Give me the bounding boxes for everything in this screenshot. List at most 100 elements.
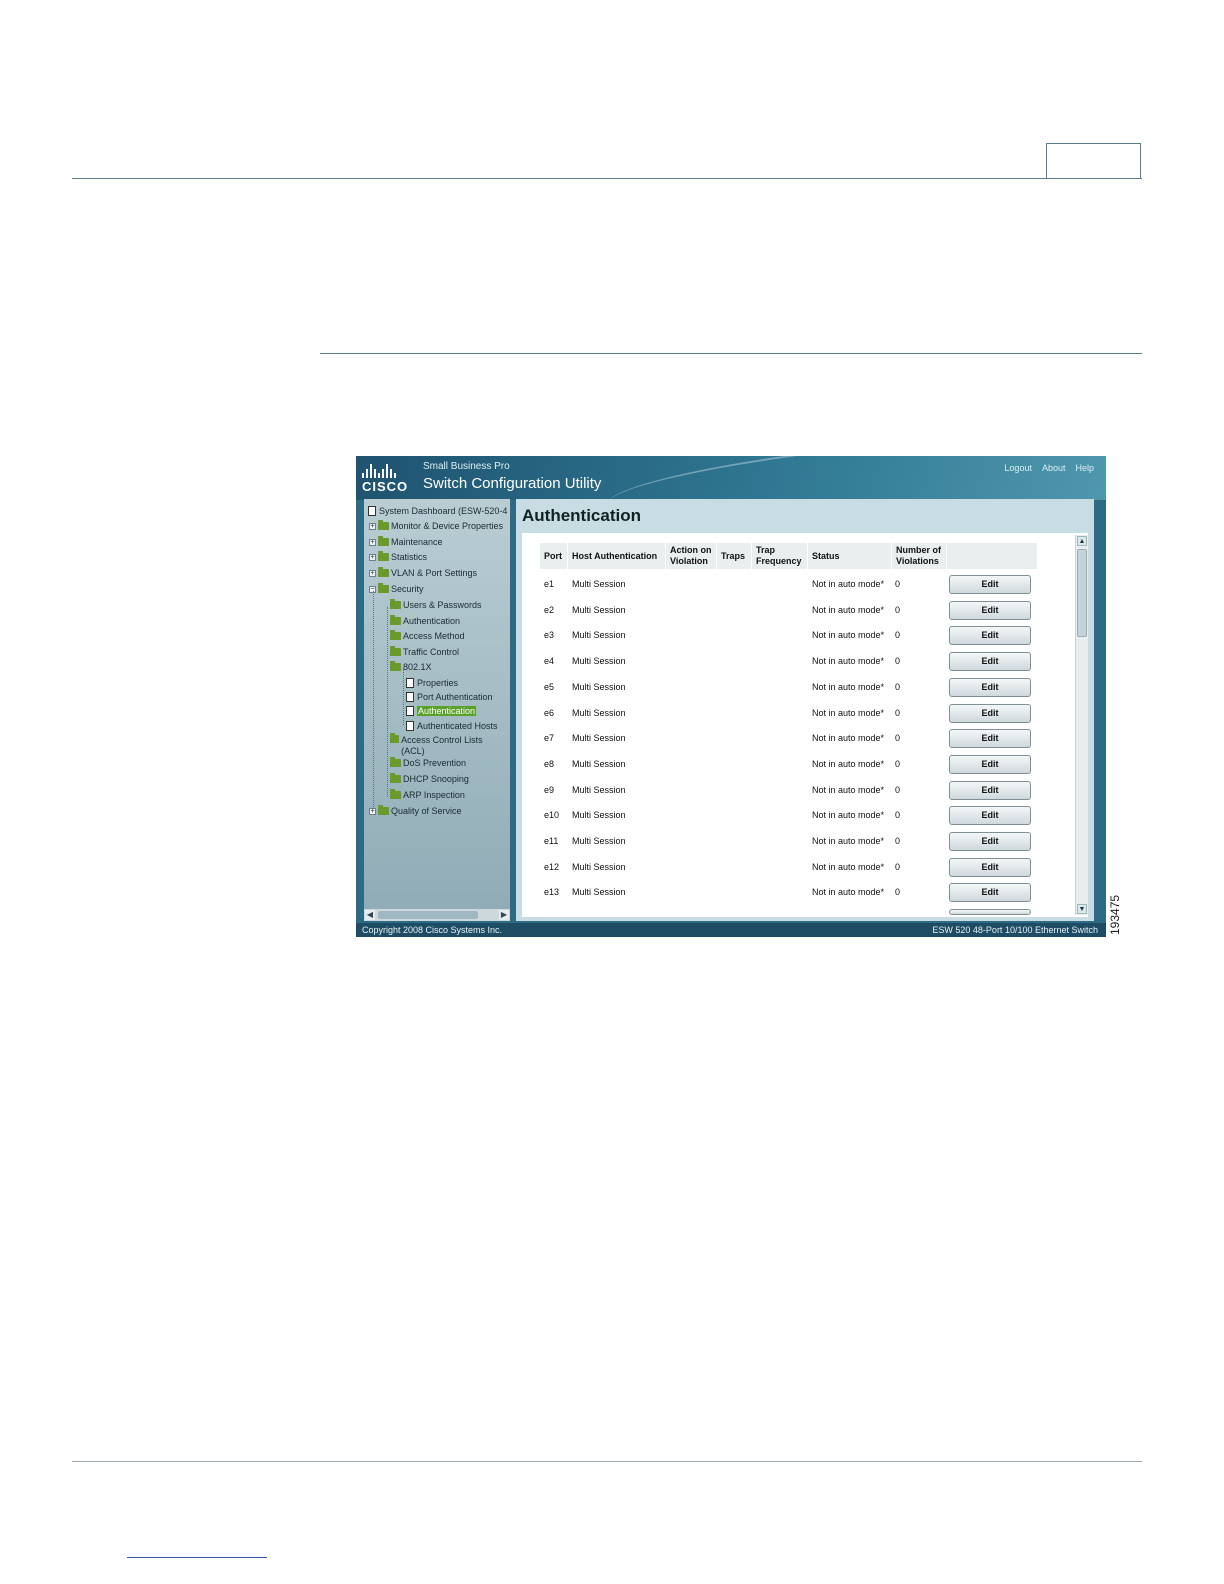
status-cell: Not in auto mode* (812, 758, 885, 769)
sidebar-item-label: Quality of Service (391, 806, 462, 816)
port-cell: e6 (544, 707, 555, 718)
host-authentication-cell: Multi Session (572, 604, 626, 615)
edit-button[interactable]: Edit (949, 703, 1031, 723)
sidebar-item-label: Security (391, 584, 424, 594)
violations-cell: 0 (895, 681, 901, 692)
edit-button[interactable]: Edit (949, 575, 1031, 594)
folder-icon (390, 773, 401, 783)
edit-button[interactable]: Edit (949, 600, 1031, 620)
sidebar-item[interactable]: DoS Prevention (390, 756, 466, 770)
host-authentication-cell: Multi Session (572, 656, 626, 667)
sidebar-item[interactable]: 802.1X (390, 660, 432, 674)
column-header-action-on-violation: Action on Violation (666, 543, 716, 569)
content-area: Authentication Port Host Authentication … (516, 499, 1094, 921)
status-cell: Not in auto mode* (812, 861, 885, 872)
sidebar-item-label: Users & Passwords (403, 600, 482, 610)
sidebar-item[interactable]: DHCP Snooping (390, 772, 469, 786)
expand-icon[interactable]: + (369, 522, 376, 530)
port-cell: e10 (544, 810, 560, 821)
tree-guide-line (373, 591, 374, 809)
app-header: CISCO Small Business Pro Switch Configur… (356, 456, 1106, 536)
sidebar-item[interactable]: System Dashboard (ESW-520-4 (368, 504, 507, 518)
port-cell: e5 (544, 681, 555, 692)
sidebar-item[interactable]: + Quality of Service (369, 804, 462, 818)
edit-button-partial[interactable] (949, 909, 1031, 916)
table-row: e2 Multi Session Not in auto mode* 0 Edit (522, 599, 1062, 623)
sidebar-item[interactable]: + Statistics (369, 550, 427, 564)
sidebar-item[interactable]: Authentication (390, 614, 460, 628)
edit-button[interactable]: Edit (949, 754, 1031, 774)
violations-cell: 0 (895, 733, 901, 744)
about-link[interactable]: About (1042, 463, 1066, 473)
cisco-logo-bars-icon (362, 464, 410, 478)
sidebar-item[interactable]: + VLAN & Port Settings (369, 566, 477, 580)
folder-icon (378, 536, 389, 546)
sidebar-item-label: ARP Inspection (403, 790, 465, 800)
sidebar-horizontal-scrollbar[interactable]: ◀ ▶ (364, 909, 510, 921)
sidebar-item[interactable]: Authenticated Hosts (406, 719, 498, 733)
edit-button[interactable]: Edit (949, 780, 1031, 800)
scroll-right-arrow-icon[interactable]: ▶ (499, 910, 509, 920)
sidebar-item-label: Traffic Control (403, 647, 460, 657)
edit-button[interactable]: Edit (949, 883, 1031, 903)
sidebar-item[interactable]: Port Authentication (406, 690, 493, 704)
sidebar-item[interactable]: Access Method (390, 629, 465, 643)
edit-button[interactable]: Edit (949, 626, 1031, 646)
status-cell: Not in auto mode* (812, 604, 885, 615)
sidebar-item-label: Authenticated Hosts (417, 721, 498, 731)
sidebar-item[interactable]: Traffic Control (390, 645, 459, 659)
host-authentication-cell: Multi Session (572, 630, 626, 641)
tree-guide-line (403, 669, 404, 725)
logout-link[interactable]: Logout (1004, 463, 1032, 473)
page-icon (406, 706, 414, 716)
sidebar-scroll-thumb[interactable] (378, 911, 478, 919)
sidebar-item[interactable]: Properties (406, 676, 458, 690)
expand-icon[interactable]: + (369, 569, 376, 577)
page-tab-box (1046, 143, 1141, 178)
table-row: e10 Multi Session Not in auto mode* 0 Edit (522, 804, 1062, 828)
folder-icon (390, 646, 401, 656)
status-cell: Not in auto mode* (812, 733, 885, 744)
sidebar-item[interactable]: + Monitor & Device Properties (369, 519, 503, 533)
column-header-trap-frequency: Trap Frequency (752, 543, 807, 569)
expand-icon[interactable]: + (369, 553, 376, 561)
edit-button[interactable]: Edit (949, 652, 1031, 672)
violations-cell: 0 (895, 861, 901, 872)
table-row: e3 Multi Session Not in auto mode* 0 Edit (522, 624, 1062, 648)
sidebar-item-label: Authentication (417, 706, 477, 716)
help-link[interactable]: Help (1075, 463, 1094, 473)
page-rule-mid (320, 353, 1142, 354)
page-icon (406, 692, 414, 702)
edit-button[interactable]: Edit (949, 806, 1031, 826)
edit-button[interactable]: Edit (949, 857, 1031, 877)
expand-icon[interactable]: + (369, 538, 376, 546)
scroll-up-arrow-icon[interactable]: ▲ (1077, 536, 1087, 546)
table-row: e12 Multi Session Not in auto mode* 0 Edit (522, 856, 1062, 880)
host-authentication-cell: Multi Session (572, 836, 626, 846)
edit-button[interactable]: Edit (949, 677, 1031, 697)
table-vertical-scrollbar[interactable]: ▲ ▼ (1075, 535, 1088, 915)
port-cell: e7 (544, 733, 555, 744)
column-header-actions (947, 543, 1037, 569)
scroll-down-arrow-icon[interactable]: ▼ (1077, 904, 1087, 914)
violations-cell: 0 (895, 810, 901, 821)
table-scroll-thumb[interactable] (1077, 549, 1087, 637)
sidebar-item-label: Properties (417, 678, 459, 688)
sidebar-item-label: Statistics (391, 552, 428, 562)
port-cell: e2 (544, 604, 555, 615)
edit-button[interactable]: Edit (949, 729, 1031, 749)
sidebar-item[interactable]: Authentication (406, 704, 477, 718)
scroll-left-arrow-icon[interactable]: ◀ (365, 910, 375, 920)
page-icon (406, 721, 414, 731)
sidebar-item[interactable]: − Security (369, 582, 424, 596)
figure-id: 193475 (1108, 894, 1122, 935)
sidebar-item[interactable]: Users & Passwords (390, 598, 482, 612)
sidebar-item[interactable]: ARP Inspection (390, 788, 465, 802)
sidebar-item[interactable]: + Maintenance (369, 535, 443, 549)
status-cell: Not in auto mode* (812, 656, 885, 667)
sidebar-item-label: DHCP Snooping (403, 774, 469, 784)
table-row: e6 Multi Session Not in auto mode* 0 Edit (522, 702, 1062, 726)
port-cell: e3 (544, 630, 555, 641)
page-title: Authentication (522, 506, 641, 525)
edit-button[interactable]: Edit (949, 832, 1031, 851)
